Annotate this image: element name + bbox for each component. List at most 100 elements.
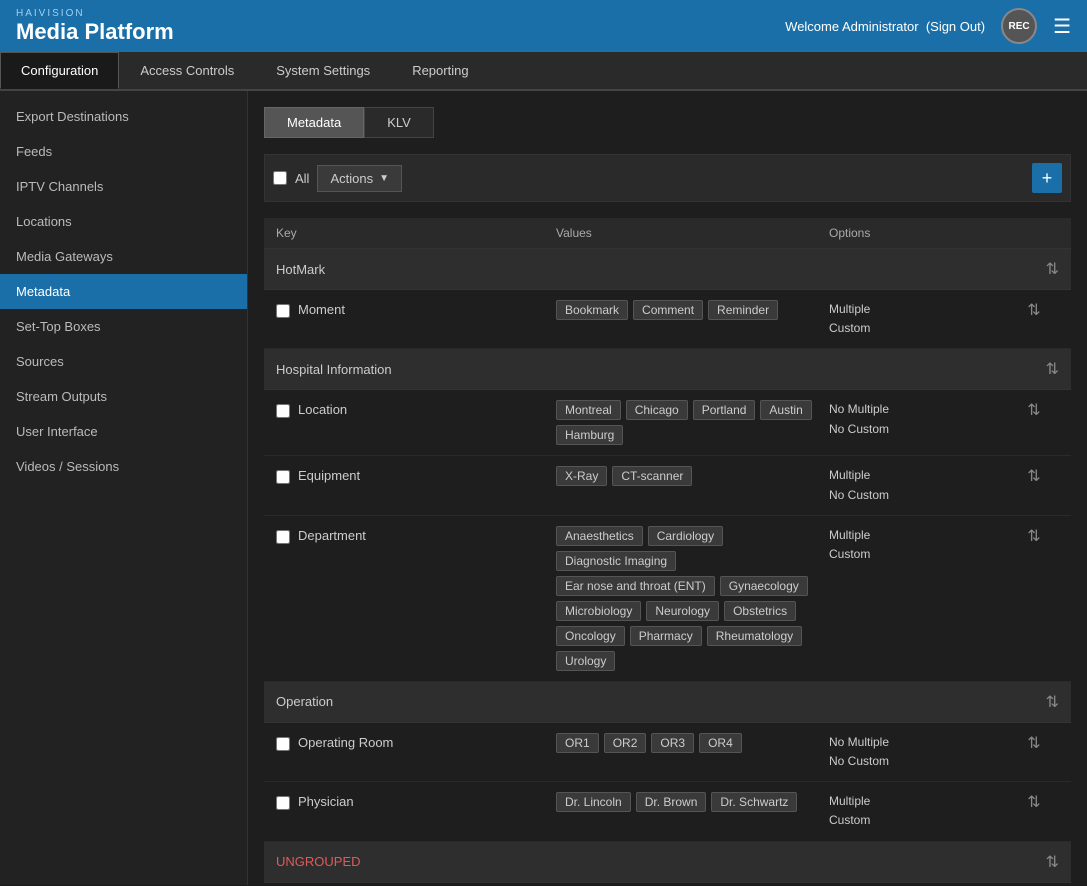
sidebar-item-export-destinations[interactable]: Export Destinations — [0, 99, 247, 134]
tag: Ear nose and throat (ENT) — [556, 576, 715, 596]
tag: Reminder — [708, 300, 778, 320]
sidebar: Export Destinations Feeds IPTV Channels … — [0, 91, 248, 885]
add-button[interactable]: + — [1032, 163, 1062, 193]
nav-tabs: Configuration Access Controls System Set… — [0, 52, 1087, 91]
row-key-physician: Physician — [276, 792, 556, 810]
welcome-text: Welcome Administrator (Sign Out) — [785, 19, 985, 34]
sidebar-item-media-gateways[interactable]: Media Gateways — [0, 239, 247, 274]
tag: Diagnostic Imaging — [556, 551, 676, 571]
group-ungrouped: UNGROUPED ⇅ — [264, 842, 1071, 883]
sub-tab-klv[interactable]: KLV — [364, 107, 434, 138]
tag: Neurology — [646, 601, 719, 621]
sort-icon-operating-room[interactable]: ⇅ — [1009, 733, 1059, 753]
row-checkbox-physician[interactable] — [276, 796, 290, 810]
tag: Anaesthetics — [556, 526, 643, 546]
table-row: Equipment X-Ray CT-scanner MultipleNo Cu… — [264, 456, 1071, 515]
sidebar-item-stream-outputs[interactable]: Stream Outputs — [0, 379, 247, 414]
tag: Dr. Schwartz — [711, 792, 797, 812]
table-row: Location Montreal Chicago Portland Austi… — [264, 390, 1071, 456]
options-operating-room: No MultipleNo Custom — [829, 733, 1009, 771]
sort-icon-moment[interactable]: ⇅ — [1009, 300, 1059, 320]
tag: Obstetrics — [724, 601, 796, 621]
actions-label: Actions — [330, 171, 373, 186]
logo: HAIVISION Media Platform — [16, 8, 174, 45]
tag: Hamburg — [556, 425, 623, 445]
tab-access-controls[interactable]: Access Controls — [119, 52, 255, 89]
tag: Dr. Brown — [636, 792, 707, 812]
sidebar-item-locations[interactable]: Locations — [0, 204, 247, 239]
sort-icon-hotmark[interactable]: ⇅ — [1046, 259, 1059, 279]
tag: OR1 — [556, 733, 599, 753]
tab-reporting[interactable]: Reporting — [391, 52, 489, 89]
row-checkbox-operating-room[interactable] — [276, 737, 290, 751]
sort-icon-equipment[interactable]: ⇅ — [1009, 466, 1059, 486]
sub-tab-metadata[interactable]: Metadata — [264, 107, 364, 138]
header-right: Welcome Administrator (Sign Out) REC ☰ — [785, 8, 1071, 44]
table-row: abc abc dev MultipleNo Custom ⇅ — [264, 883, 1071, 886]
options-department: MultipleCustom — [829, 526, 1009, 564]
sidebar-item-feeds[interactable]: Feeds — [0, 134, 247, 169]
tab-system-settings[interactable]: System Settings — [255, 52, 391, 89]
sidebar-item-sources[interactable]: Sources — [0, 344, 247, 379]
sort-icon-operation[interactable]: ⇅ — [1046, 692, 1059, 712]
tags-location: Montreal Chicago Portland Austin Hamburg — [556, 400, 829, 445]
rec-button[interactable]: REC — [1001, 8, 1037, 44]
main-content: Metadata KLV All Actions ▼ + Key Values … — [248, 91, 1087, 885]
tag: Gynaecology — [720, 576, 808, 596]
tags-moment: Bookmark Comment Reminder — [556, 300, 829, 320]
row-checkbox-equipment[interactable] — [276, 470, 290, 484]
tag: Dr. Lincoln — [556, 792, 631, 812]
sort-icon-hospital[interactable]: ⇅ — [1046, 359, 1059, 379]
group-hospital-label: Hospital Information — [276, 362, 392, 377]
sort-icon-location[interactable]: ⇅ — [1009, 400, 1059, 420]
sidebar-item-metadata[interactable]: Metadata — [0, 274, 247, 309]
row-key-moment: Moment — [276, 300, 556, 318]
tag: CT-scanner — [612, 466, 692, 486]
sign-out-link[interactable]: (Sign Out) — [926, 19, 985, 34]
toolbar: All Actions ▼ + — [264, 154, 1071, 202]
row-checkbox-moment[interactable] — [276, 304, 290, 318]
sort-icon-department[interactable]: ⇅ — [1009, 526, 1059, 546]
tag: Rheumatology — [707, 626, 802, 646]
tag: Pharmacy — [630, 626, 702, 646]
row-checkbox-department[interactable] — [276, 530, 290, 544]
sidebar-item-user-interface[interactable]: User Interface — [0, 414, 247, 449]
sort-icon-ungrouped[interactable]: ⇅ — [1046, 852, 1059, 872]
tag: Chicago — [626, 400, 688, 420]
brand-platform: Media Platform — [16, 19, 174, 45]
tag: Oncology — [556, 626, 625, 646]
tag: X-Ray — [556, 466, 607, 486]
row-checkbox-location[interactable] — [276, 404, 290, 418]
tags-department: Anaesthetics Cardiology Diagnostic Imagi… — [556, 526, 829, 671]
table-row: Moment Bookmark Comment Reminder Multipl… — [264, 290, 1071, 349]
layout: Export Destinations Feeds IPTV Channels … — [0, 91, 1087, 885]
tab-configuration[interactable]: Configuration — [0, 52, 119, 89]
tag: Microbiology — [556, 601, 641, 621]
tag: Comment — [633, 300, 703, 320]
sidebar-item-iptv-channels[interactable]: IPTV Channels — [0, 169, 247, 204]
select-all-checkbox[interactable] — [273, 171, 287, 185]
group-ungrouped-label: UNGROUPED — [276, 854, 361, 869]
row-key-equipment: Equipment — [276, 466, 556, 484]
table-row: Department Anaesthetics Cardiology Diagn… — [264, 516, 1071, 682]
col-options: Options — [829, 226, 1009, 240]
tag: OR4 — [699, 733, 742, 753]
col-actions — [1009, 226, 1059, 240]
sidebar-item-set-top-boxes[interactable]: Set-Top Boxes — [0, 309, 247, 344]
tags-operating-room: OR1 OR2 OR3 OR4 — [556, 733, 829, 753]
group-hotmark: HotMark ⇅ — [264, 249, 1071, 290]
tag: Urology — [556, 651, 615, 671]
all-label: All — [295, 171, 309, 186]
hamburger-menu-icon[interactable]: ☰ — [1053, 14, 1071, 39]
tag: Portland — [693, 400, 756, 420]
group-operation: Operation ⇅ — [264, 682, 1071, 723]
group-hotmark-label: HotMark — [276, 262, 325, 277]
actions-button[interactable]: Actions ▼ — [317, 165, 402, 192]
sidebar-item-videos-sessions[interactable]: Videos / Sessions — [0, 449, 247, 484]
table-row: Physician Dr. Lincoln Dr. Brown Dr. Schw… — [264, 782, 1071, 841]
options-location: No MultipleNo Custom — [829, 400, 1009, 438]
sort-icon-physician[interactable]: ⇅ — [1009, 792, 1059, 812]
tag: Bookmark — [556, 300, 628, 320]
tag: Montreal — [556, 400, 621, 420]
tag: Austin — [760, 400, 811, 420]
